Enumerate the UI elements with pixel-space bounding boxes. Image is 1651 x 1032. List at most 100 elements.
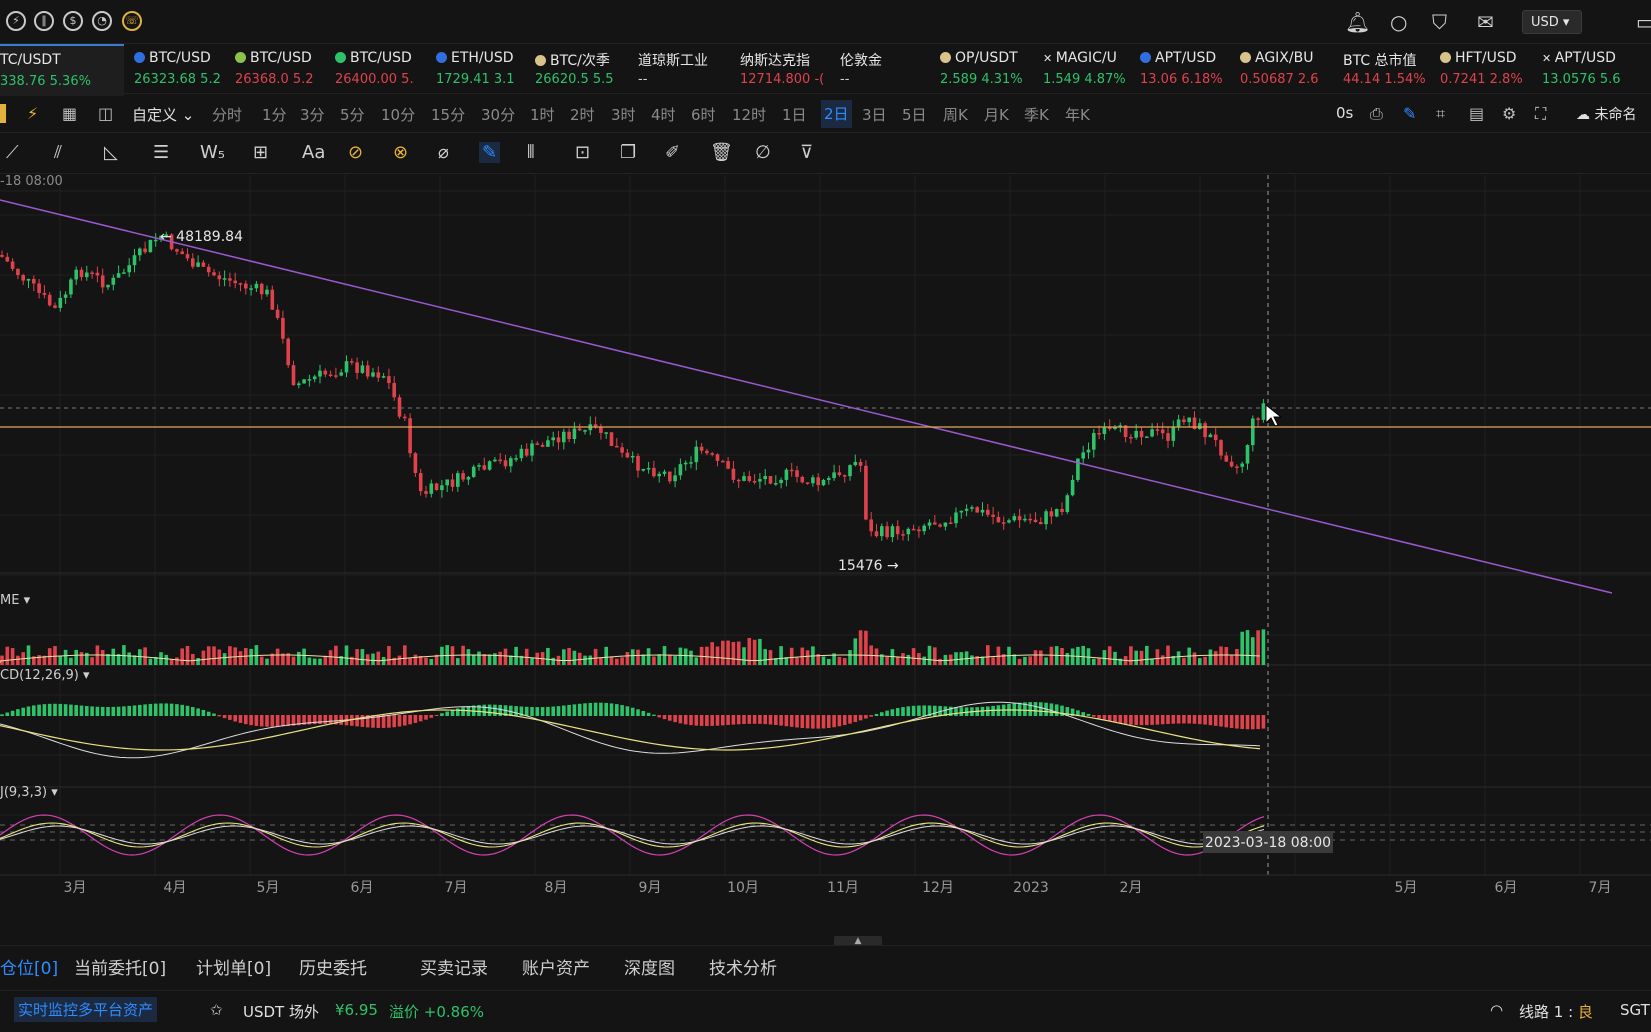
- ticker-item[interactable]: BTC 总市值 44.14 1.54%: [1343, 44, 1435, 94]
- interval-14[interactable]: 2日: [821, 100, 852, 128]
- bottom-tab-0[interactable]: 仓位[0]: [0, 954, 58, 979]
- macd-indicator-label[interactable]: CD(12,26,9) ▾: [0, 668, 90, 683]
- settings-icon[interactable]: ⚙: [1502, 104, 1516, 123]
- interval-13[interactable]: 1日: [782, 104, 807, 125]
- window-icon[interactable]: ▭: [1636, 10, 1651, 34]
- interval-18[interactable]: 月K: [984, 104, 1009, 125]
- bottom-tab-3[interactable]: 历史委托: [299, 954, 367, 979]
- kdj-indicator-label[interactable]: J(9,3,3) ▾: [0, 785, 58, 800]
- ticker-item[interactable]: BTC/USD 26323.68 5.2: [134, 44, 230, 94]
- fib-tool-icon[interactable]: ☰: [153, 142, 169, 163]
- chart-area[interactable]: -18 08:00 ← 48189.84 15476 → ME ▾ CD(12,…: [0, 174, 1651, 904]
- filter-icon[interactable]: ⊽: [800, 142, 813, 163]
- interval-11[interactable]: 6时: [691, 104, 716, 125]
- ticker-item[interactable]: ✕ MAGIC/U 1.549 4.87%: [1043, 44, 1135, 94]
- ticker-name: BTC/次季: [535, 50, 610, 70]
- link-icon[interactable]: ∅: [755, 142, 771, 163]
- ticker-item[interactable]: BTC/次季 26620.5 5.5: [535, 44, 631, 94]
- interval-5[interactable]: 15分: [431, 104, 465, 125]
- camera-icon[interactable]: ⎙: [1370, 104, 1383, 124]
- search-icon[interactable]: ○: [1390, 10, 1407, 34]
- pin-icon[interactable]: ✩: [210, 1001, 223, 1019]
- interval-7[interactable]: 1时: [530, 104, 555, 125]
- trendline[interactable]: [0, 199, 1613, 594]
- compare-icon[interactable]: ⫴: [527, 142, 535, 163]
- line-tool-icon[interactable]: ⟋: [6, 142, 19, 163]
- angle-tool-icon[interactable]: ◺: [104, 142, 118, 163]
- interval-9[interactable]: 3时: [611, 104, 636, 125]
- copy-icon[interactable]: ❐: [620, 142, 636, 163]
- ticker-item[interactable]: APT/USD 13.06 6.18%: [1140, 44, 1236, 94]
- bottom-tab-2[interactable]: 计划单[0]: [196, 954, 271, 979]
- monitor-link[interactable]: 实时监控多平台资产: [14, 997, 158, 1022]
- wave-tool-icon[interactable]: W₅: [200, 142, 225, 163]
- interval-12[interactable]: 12时: [732, 104, 766, 125]
- interval-4[interactable]: 10分: [381, 104, 415, 125]
- magnet-icon[interactable]: ⊘: [348, 142, 363, 163]
- shirt-icon[interactable]: ⛉: [1432, 10, 1447, 34]
- interval-3[interactable]: 5分: [340, 104, 365, 125]
- ticker-item[interactable]: HFT/USD 0.7241 2.8%: [1440, 44, 1536, 94]
- line-status[interactable]: 线路 1 : 良: [1519, 1001, 1593, 1022]
- interval-0[interactable]: 分时: [212, 104, 242, 125]
- shield-icon[interactable]: $: [63, 11, 83, 31]
- ticker-name: HFT/USD: [1440, 50, 1517, 66]
- layout-icon[interactable]: ◫: [98, 104, 113, 123]
- channel-tool-icon[interactable]: ⫽: [54, 142, 62, 163]
- interval-10[interactable]: 4时: [651, 104, 676, 125]
- bottom-tab-1[interactable]: 当前委托[0]: [74, 954, 166, 979]
- ticker-item[interactable]: ETH/USD 1729.41 3.1: [436, 44, 530, 94]
- resize-icon[interactable]: ⌗: [1436, 104, 1445, 124]
- bottom-tab-4[interactable]: 买卖记录: [420, 954, 488, 979]
- keep-drawing-icon[interactable]: ✎: [479, 142, 501, 163]
- bottom-tab-6[interactable]: 深度图: [624, 954, 675, 979]
- lock-draw-icon[interactable]: ⊗: [393, 142, 408, 163]
- interval-2[interactable]: 3分: [300, 104, 325, 125]
- ticker-item[interactable]: 纳斯达克指 12714.800 -(: [740, 44, 836, 94]
- interval-19[interactable]: 季K: [1024, 104, 1049, 125]
- custom-interval-dropdown[interactable]: 自定义 ⌄: [132, 104, 194, 125]
- phone-icon[interactable]: ☏: [122, 11, 142, 31]
- ticker-item[interactable]: ✕ APT/USD 13.0576 5.6: [1542, 44, 1638, 94]
- interval-8[interactable]: 2时: [570, 104, 595, 125]
- interval-17[interactable]: 周K: [943, 104, 968, 125]
- ticker-item[interactable]: OP/USDT 2.589 4.31%: [940, 44, 1036, 94]
- ticker-value: 26620.5 5.5: [535, 72, 614, 87]
- gauge-icon[interactable]: ◔: [92, 11, 112, 31]
- lock-icon[interactable]: ⊡: [575, 142, 590, 163]
- interval-6[interactable]: 30分: [481, 104, 515, 125]
- ticker-item[interactable]: BTC/USD 26400.00 5.: [335, 44, 431, 94]
- interval-20[interactable]: 年K: [1065, 104, 1090, 125]
- flash-icon[interactable]: ⚡: [27, 104, 38, 123]
- edit-icon[interactable]: ✐: [665, 142, 680, 163]
- ticker-value: 44.14 1.54%: [1343, 72, 1426, 87]
- trash-icon[interactable]: 🗑︎: [710, 142, 733, 163]
- pause-icon[interactable]: ∥: [34, 11, 54, 31]
- flash-icon[interactable]: ⚡: [6, 11, 26, 31]
- interval-15[interactable]: 3日: [862, 104, 887, 125]
- bell-icon[interactable]: 🔔︎: [1345, 10, 1370, 34]
- fullscreen-icon[interactable]: ⛶: [1535, 104, 1546, 124]
- pencil-icon[interactable]: ✎: [1403, 104, 1416, 123]
- layout-name[interactable]: ☁ 未命名: [1576, 104, 1636, 124]
- volume-indicator-label[interactable]: ME ▾: [0, 593, 31, 608]
- ticker-item[interactable]: 道琼斯工业 --: [638, 44, 734, 94]
- bottom-tab-5[interactable]: 账户资产: [522, 954, 590, 979]
- bottom-tab-7[interactable]: 技术分析: [709, 954, 777, 979]
- ticker-item[interactable]: AGIX/BU 0.50687 2.6: [1240, 44, 1336, 94]
- ticker-item[interactable]: TC/USDT 338.76 5.36%: [0, 44, 124, 96]
- interval-1[interactable]: 1分: [262, 104, 287, 125]
- shape-tool-icon[interactable]: ⊞: [253, 142, 268, 163]
- currency-select[interactable]: USD ▾: [1522, 10, 1582, 34]
- calendar-icon[interactable]: ▦: [62, 104, 77, 123]
- text-tool-icon[interactable]: Aa: [302, 142, 325, 163]
- chart-canvas[interactable]: -18 08:00 ← 48189.84 15476 → ME ▾ CD(12,…: [0, 174, 1651, 900]
- ticker-item[interactable]: BTC/USD 26368.0 5.2: [235, 44, 331, 94]
- indicator-icon[interactable]: ▤: [1469, 104, 1484, 123]
- ticker-item[interactable]: 伦敦金 --: [840, 44, 936, 94]
- interval-16[interactable]: 5日: [902, 104, 927, 125]
- ticker-name: 伦敦金: [840, 53, 882, 69]
- mail-icon[interactable]: ✉: [1477, 10, 1494, 34]
- ruler-icon[interactable]: ⌀: [438, 142, 449, 163]
- sidebar-toggle-icon[interactable]: ▌: [0, 104, 12, 123]
